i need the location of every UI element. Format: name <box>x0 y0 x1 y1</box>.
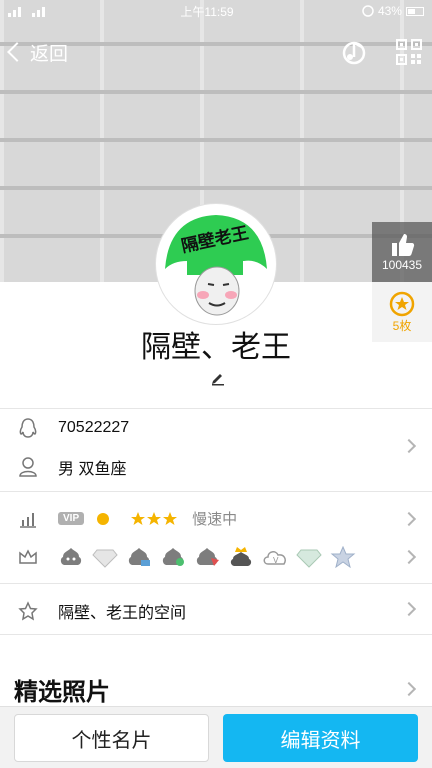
poop-badge-icon <box>128 548 150 566</box>
chevron-right-icon[interactable] <box>401 681 417 697</box>
poop-badge-icon <box>60 548 82 565</box>
star-space-icon <box>18 601 38 621</box>
chevron-right-icon <box>401 511 417 527</box>
chevron-left-icon <box>7 42 27 62</box>
qq-number-row: 70522227 <box>18 417 129 439</box>
top-bar: 返回 <box>0 30 432 74</box>
diamond-badge-icon <box>92 549 118 568</box>
level-chart-icon <box>20 512 36 528</box>
alarm-icon <box>362 5 374 17</box>
avatar[interactable]: 隔壁老王 <box>156 204 276 324</box>
qr-code-icon[interactable] <box>396 39 422 65</box>
chevron-right-icon <box>401 601 417 617</box>
personal-card-button[interactable]: 个性名片 <box>14 714 209 762</box>
nickname: 隔壁、老王 <box>141 331 291 364</box>
penguin-icon <box>19 418 37 438</box>
svg-text:V: V <box>273 556 279 565</box>
basic-info-section[interactable]: 70522227 男 双鱼座 <box>0 408 432 491</box>
crown-icon <box>19 549 37 564</box>
poop-badge-icon <box>196 548 219 566</box>
space-label: 隔壁、老王的空间 <box>58 605 187 622</box>
battery-percent: 43% <box>377 4 402 18</box>
signal-icon <box>8 7 45 17</box>
space-row[interactable]: 隔壁、老王的空间 <box>18 599 186 623</box>
back-button[interactable]: 返回 <box>7 39 69 66</box>
space-section[interactable]: 隔壁、老王的空间 <box>0 583 432 635</box>
poop-crown-badge-icon <box>230 547 252 566</box>
like-count: 100435 <box>381 258 423 272</box>
person-icon <box>19 457 37 477</box>
vip-tag: VIP <box>58 512 85 525</box>
vip-speed-status: 慢速中 <box>192 511 238 528</box>
like-counter[interactable]: 100435 <box>372 222 432 282</box>
level-icons <box>97 511 178 525</box>
music-icon[interactable] <box>340 37 370 67</box>
avatar-image: 隔壁老王 <box>159 207 273 321</box>
star-medal-icon <box>389 291 415 316</box>
diamond-badge-icon <box>296 549 322 568</box>
gender-sign: 男 双鱼座 <box>58 461 127 478</box>
back-label: 返回 <box>30 43 69 65</box>
badges-row[interactable]: V <box>18 546 356 568</box>
cloud-badge-icon: V <box>263 551 286 565</box>
vip-section[interactable]: VIP 慢速中 V <box>0 491 432 583</box>
photos-title: 精选照片 <box>14 679 110 706</box>
status-time: 上午11:59 <box>180 4 234 19</box>
edit-profile-button[interactable]: 编辑资料 <box>223 714 418 762</box>
chevron-right-icon <box>401 549 417 565</box>
bottom-bar: 个性名片 编辑资料 <box>0 706 432 768</box>
vip-row[interactable]: VIP 慢速中 <box>18 508 237 529</box>
status-bar: 上午11:59 43% <box>0 0 432 22</box>
thumbs-up-icon <box>392 234 415 256</box>
signal-indicators <box>8 5 52 17</box>
poop-badge-icon <box>162 548 184 566</box>
battery-icon <box>405 6 424 16</box>
chevron-right-icon <box>401 438 417 454</box>
gender-row: 男 双鱼座 <box>18 455 126 479</box>
edit-pencil-icon[interactable] <box>210 370 226 386</box>
qq-number: 70522227 <box>58 419 130 436</box>
star-badge-icon <box>330 546 356 568</box>
